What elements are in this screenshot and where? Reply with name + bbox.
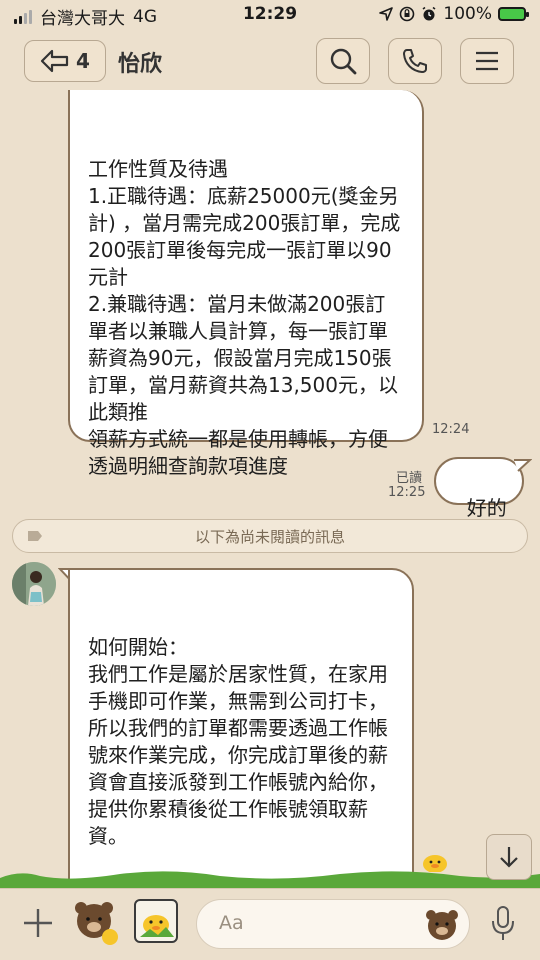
battery-icon <box>498 7 529 21</box>
chat-title: 怡欣 <box>118 52 163 77</box>
phone-icon <box>403 49 427 73</box>
menu-button[interactable] <box>460 38 514 84</box>
grass-decoration <box>0 871 540 888</box>
image-icon <box>140 915 174 937</box>
microphone-icon[interactable] <box>490 905 516 943</box>
plus-icon[interactable] <box>18 903 58 943</box>
battery-percent: 100% <box>443 4 492 24</box>
message-bubble-outgoing[interactable]: 好的 <box>434 457 524 520</box>
search-button[interactable] <box>316 38 370 84</box>
bubble-tail <box>514 459 532 472</box>
tag-icon <box>28 531 42 541</box>
search-icon <box>330 48 357 75</box>
emoji-icon[interactable] <box>424 907 460 941</box>
read-receipt: 已讀 <box>396 471 423 486</box>
unread-count: 4 <box>76 49 90 73</box>
message-time: 12:25 <box>388 485 426 500</box>
avatar-photo-icon <box>12 562 56 606</box>
sticker-button[interactable] <box>72 897 120 947</box>
message-time: 12:24 <box>432 422 470 437</box>
call-button[interactable] <box>388 38 442 84</box>
message-input-placeholder: Aa <box>219 912 244 934</box>
chat-header: 4 怡欣 <box>0 30 540 92</box>
avatar[interactable] <box>12 562 56 606</box>
unread-divider-label: 以下為尚未閱讀的訊息 <box>194 527 345 546</box>
back-button[interactable]: 4 <box>24 40 106 82</box>
alarm-icon <box>422 6 436 21</box>
arrow-down-icon <box>500 847 518 868</box>
message-composer: Aa <box>0 888 540 960</box>
scroll-to-bottom-button[interactable] <box>486 834 532 880</box>
location-icon <box>379 7 394 21</box>
hamburger-icon <box>476 51 498 71</box>
message-text: 好的 <box>466 496 507 520</box>
status-bar: 台灣大哥大 4G 12:29 100% <box>0 0 540 30</box>
message-bubble-incoming[interactable]: 工作性質及待遇 1.正職待遇：底薪25000元(獎金另計) ，當月需完成200張… <box>68 90 424 478</box>
unread-divider: 以下為尚未閱讀的訊息 <box>12 519 528 553</box>
message-text: 工作性質及待遇 1.正職待遇：底薪25000元(獎金另計) ，當月需完成200張… <box>88 157 401 478</box>
photo-button[interactable] <box>134 899 178 943</box>
rotation-lock-icon <box>400 6 415 22</box>
back-arrow-icon <box>40 49 69 73</box>
sally-sticker-icon <box>423 855 447 872</box>
